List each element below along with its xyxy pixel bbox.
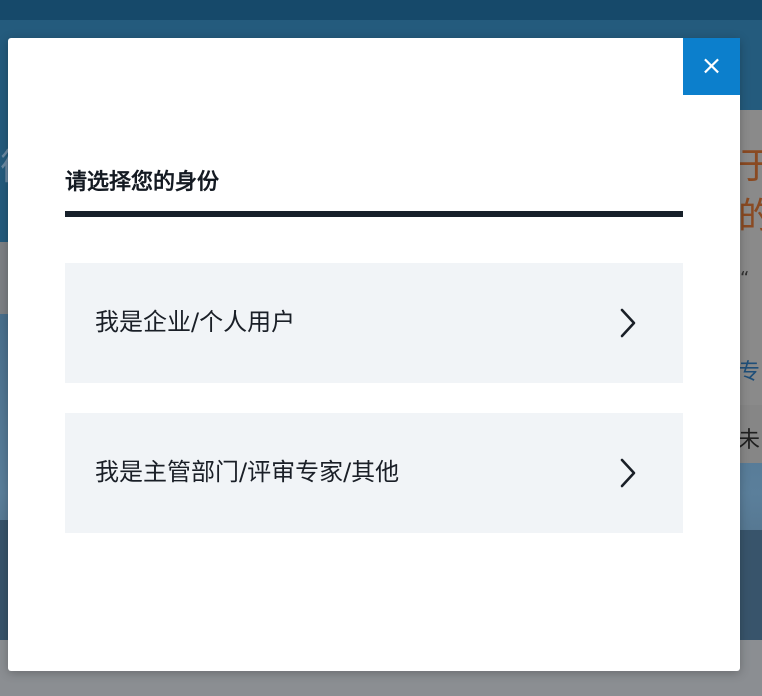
modal-title: 请选择您的身份 — [65, 170, 220, 195]
chevron-right-icon — [620, 308, 636, 338]
background-text-fragment: 专 — [738, 360, 761, 385]
background-topbar — [0, 0, 762, 21]
close-button[interactable]: × — [683, 38, 740, 95]
option-label: 我是企业/个人用户 — [95, 308, 296, 336]
close-icon: × — [700, 51, 723, 81]
background-text-fragment: 未 — [738, 428, 761, 453]
option-label: 我是主管部门/评审专家/其他 — [95, 458, 400, 486]
chevron-right-icon — [620, 458, 636, 488]
option-enterprise-personal-user[interactable]: 我是企业/个人用户 — [65, 263, 683, 383]
identity-select-modal: × 请选择您的身份 我是企业/个人用户 我是主管部门/评审专家/其他 — [8, 38, 740, 671]
background-text-fragment: 于的 — [738, 146, 762, 237]
title-underline — [65, 211, 683, 217]
background-building — [740, 530, 762, 640]
page: 衡 于的 “ 专 未 × 请选择您的身份 我是企业/个人用户 我是主管部门/评审… — [0, 0, 762, 696]
background-text-fragment: “ — [740, 268, 750, 289]
option-authority-expert-other[interactable]: 我是主管部门/评审专家/其他 — [65, 413, 683, 533]
